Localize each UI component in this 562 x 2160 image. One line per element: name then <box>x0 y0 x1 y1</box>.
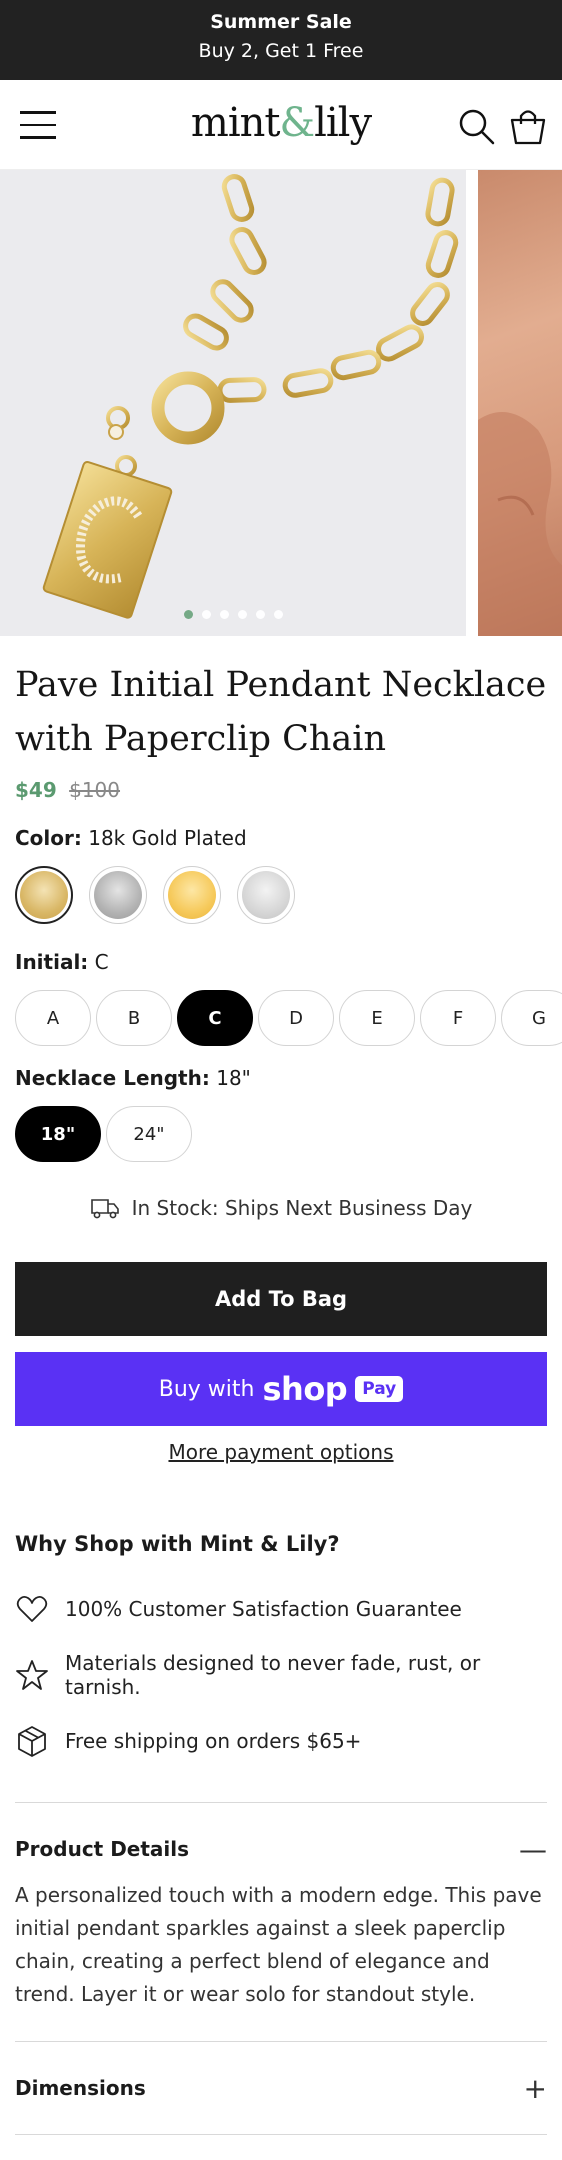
dimensions-toggle[interactable]: Dimensions + <box>0 2042 562 2134</box>
initial-option-c[interactable]: C <box>177 990 253 1046</box>
length-options: 18" 24" <box>0 1090 562 1162</box>
why-item-satisfaction: 100% Customer Satisfaction Guarantee <box>15 1576 547 1642</box>
product-details-body: A personalized touch with a modern edge.… <box>15 1883 542 2006</box>
price-row: $49 $100 <box>0 766 562 802</box>
box-icon <box>18 1726 46 1757</box>
add-to-bag-button[interactable]: Add To Bag <box>15 1262 547 1336</box>
expand-icon[interactable]: + <box>524 2072 547 2105</box>
gallery-dots[interactable] <box>0 610 466 619</box>
why-shop-list: 100% Customer Satisfaction Guarantee Mat… <box>0 1556 562 1774</box>
logo-text-left: mint <box>190 100 281 146</box>
initial-label: Initial: <box>15 950 89 974</box>
why-item-text: 100% Customer Satisfaction Guarantee <box>65 1597 462 1621</box>
compare-price: $100 <box>69 778 121 802</box>
stock-text: In Stock: Ships Next Business Day <box>131 1196 473 1220</box>
initial-option-d[interactable]: D <box>258 990 334 1046</box>
initial-value: C <box>94 950 109 974</box>
length-label: Necklace Length: <box>15 1066 210 1090</box>
why-item-text: Free shipping on orders $65+ <box>65 1729 362 1753</box>
gallery-dot[interactable] <box>201 610 211 619</box>
bag-icon[interactable] <box>508 106 548 146</box>
truck-icon <box>90 1199 119 1219</box>
initial-options: A B C D E F G <box>0 974 562 1046</box>
divider <box>15 2134 547 2135</box>
product-image-next[interactable] <box>478 170 562 636</box>
product-details-title: Product Details <box>15 1837 190 1861</box>
why-item-text: Materials designed to never fade, rust, … <box>65 1651 481 1699</box>
buy-with-label: Buy with <box>158 1376 255 1402</box>
initial-option-g[interactable]: G <box>501 990 562 1046</box>
announcement-subtitle: Buy 2, Get 1 Free <box>198 40 364 62</box>
gallery-dot[interactable] <box>255 610 265 619</box>
length-option-18[interactable]: 18" <box>15 1106 101 1162</box>
announcement-title: Summer Sale <box>210 11 352 33</box>
pay-badge: Pay <box>355 1376 404 1402</box>
product-gallery[interactable] <box>0 170 562 636</box>
heart-icon <box>16 1595 48 1622</box>
star-icon <box>16 1660 48 1690</box>
product-title: Pave Initial Pendant Necklace with Paper… <box>15 665 547 759</box>
search-icon[interactable] <box>456 106 496 146</box>
length-value: 18" <box>216 1066 251 1090</box>
why-item-shipping: Free shipping on orders $65+ <box>15 1708 547 1774</box>
stock-status: In Stock: Ships Next Business Day <box>0 1196 562 1220</box>
color-label-row: Color: 18k Gold Plated <box>0 826 562 850</box>
swatch-yellow-gold[interactable] <box>163 866 221 924</box>
why-item-materials: Materials designed to never fade, rust, … <box>15 1642 547 1708</box>
shop-logo: shop <box>262 1370 348 1408</box>
dimensions-title: Dimensions <box>15 2076 146 2100</box>
length-option-24[interactable]: 24" <box>106 1106 192 1162</box>
necklace-illustration <box>42 174 459 619</box>
why-shop-title: Why Shop with Mint & Lily? <box>15 1532 340 1556</box>
product-image-main[interactable] <box>0 170 466 636</box>
color-value: 18k Gold Plated <box>88 826 247 850</box>
gallery-dot[interactable] <box>273 610 283 619</box>
initial-option-e[interactable]: E <box>339 990 415 1046</box>
sale-price: $49 <box>15 778 57 802</box>
gallery-dot[interactable] <box>219 610 229 619</box>
length-label-row: Necklace Length: 18" <box>0 1066 562 1090</box>
initial-label-row: Initial: C <box>0 950 562 974</box>
initial-option-f[interactable]: F <box>420 990 496 1046</box>
more-payment-options-link[interactable]: More payment options <box>0 1440 562 1464</box>
gallery-dot[interactable] <box>237 610 247 619</box>
color-label: Color: <box>15 826 82 850</box>
gallery-dot-active[interactable] <box>183 610 193 619</box>
logo-ampersand: & <box>279 100 315 146</box>
logo-text-right: lily <box>314 100 372 146</box>
initial-option-a[interactable]: A <box>15 990 91 1046</box>
shop-pay-button[interactable]: Buy with shop Pay <box>15 1352 547 1426</box>
announcement-bar: Summer Sale Buy 2, Get 1 Free <box>0 0 562 80</box>
initial-option-b[interactable]: B <box>96 990 172 1046</box>
collapse-icon[interactable]: — <box>519 1833 547 1866</box>
color-swatches <box>0 850 562 924</box>
swatch-light-silver[interactable] <box>237 866 295 924</box>
site-header: mint&lily <box>0 80 562 170</box>
swatch-gold[interactable] <box>15 866 73 924</box>
model-hand-image <box>478 412 562 636</box>
swatch-silver[interactable] <box>89 866 147 924</box>
